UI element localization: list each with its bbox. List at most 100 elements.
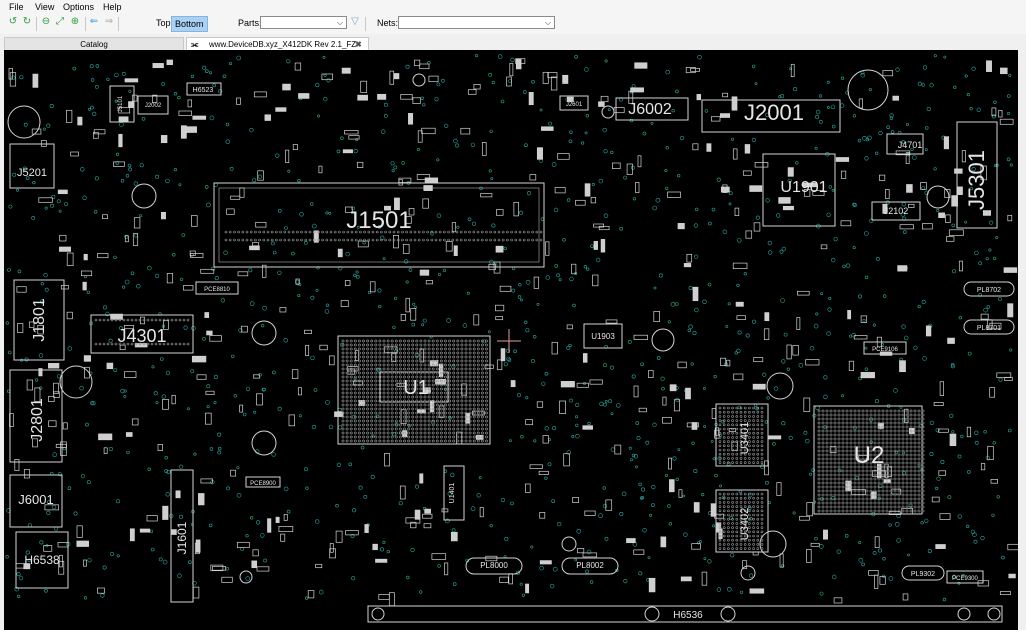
passive-component[interactable] [667,191,681,198]
component-label[interactable]: U2 [854,442,885,469]
component-label[interactable]: PL8002 [576,561,604,570]
passive-component[interactable] [160,135,168,144]
passive-component[interactable] [98,433,113,441]
component-label[interactable]: PL8000 [480,561,508,570]
passive-component[interactable] [592,274,599,287]
passive-component[interactable] [17,323,24,333]
passive-component[interactable] [528,92,534,106]
passive-component[interactable] [414,509,421,520]
passive-component[interactable] [393,235,399,249]
passive-component[interactable] [26,379,33,391]
passive-component[interactable] [529,174,537,181]
passive-component[interactable] [562,74,569,84]
menu-view[interactable]: View [35,2,54,12]
passive-component[interactable] [315,563,323,569]
passive-component[interactable] [882,70,894,77]
passive-component[interactable] [1008,573,1016,579]
tab-catalog[interactable]: Catalog [4,37,184,50]
passive-component[interactable] [685,387,691,400]
passive-component[interactable] [481,142,487,156]
passive-component[interactable] [83,355,91,362]
passive-component[interactable] [171,394,176,405]
component-label[interactable]: J4301 [117,326,166,346]
passive-component[interactable] [226,208,235,215]
passive-component[interactable] [805,359,820,366]
passive-component[interactable] [572,497,579,503]
passive-component[interactable] [945,214,951,223]
component-label[interactable]: U1901 [780,179,827,196]
passive-component[interactable] [648,577,656,593]
passive-component[interactable] [999,118,1014,125]
passive-component[interactable] [460,127,471,135]
passive-component[interactable] [499,285,512,292]
passive-component[interactable] [495,316,504,321]
passive-component[interactable] [280,533,286,542]
passive-component[interactable] [787,167,794,177]
passive-component[interactable] [187,99,192,108]
passive-component[interactable] [414,59,421,67]
passive-component[interactable] [230,195,241,200]
passive-component[interactable] [419,269,430,276]
passive-component[interactable] [83,559,87,567]
passive-component[interactable] [731,96,738,111]
passive-component[interactable] [431,553,447,560]
passive-component[interactable] [778,197,791,204]
component-label[interactable]: U3402 [739,508,751,540]
passive-component[interactable] [283,514,288,521]
passive-component[interactable] [536,401,544,408]
passive-component[interactable] [560,381,575,388]
passive-component[interactable] [638,407,647,413]
passive-component[interactable] [48,420,57,428]
passive-component[interactable] [82,281,87,291]
passive-component[interactable] [255,221,267,228]
passive-component[interactable] [686,253,693,263]
passive-component[interactable] [131,418,139,426]
passive-component[interactable] [600,239,606,253]
component-label[interactable]: PL9302 [911,571,935,578]
passive-component[interactable] [696,94,702,101]
passive-component[interactable] [139,528,151,533]
passive-component[interactable] [669,479,675,493]
passive-component[interactable] [860,372,875,379]
passive-component[interactable] [441,508,449,513]
passive-component[interactable] [957,186,963,195]
passive-component[interactable] [711,408,717,419]
passive-component[interactable] [133,217,141,229]
passive-component[interactable] [59,246,71,252]
passive-component[interactable] [986,60,992,72]
passive-component[interactable] [230,469,237,477]
passive-component[interactable] [557,153,570,160]
passive-component[interactable] [590,197,597,204]
passive-component[interactable] [536,147,543,160]
passive-component[interactable] [797,290,810,296]
passive-component[interactable] [931,496,940,503]
passive-component[interactable] [48,363,60,369]
passive-component[interactable] [198,493,205,506]
passive-component[interactable] [128,101,134,108]
passive-component[interactable] [40,140,47,147]
passive-component[interactable] [402,243,410,254]
passive-component[interactable] [70,151,79,157]
passive-component[interactable] [566,96,574,102]
passive-component[interactable] [118,133,123,148]
passive-component[interactable] [180,125,187,139]
passive-component[interactable] [539,512,546,519]
passive-component[interactable] [479,507,484,518]
passive-component[interactable] [125,432,133,437]
passive-component[interactable] [178,110,192,116]
passive-component[interactable] [577,548,585,554]
passive-component[interactable] [736,315,746,320]
passive-component[interactable] [776,482,782,496]
component-label[interactable]: J1601 [175,521,189,554]
passive-component[interactable] [282,83,291,91]
component-label[interactable]: J2002 [145,103,162,109]
passive-component[interactable] [998,110,1003,118]
component-label[interactable]: H6536 [673,610,703,621]
passive-component[interactable] [823,529,828,540]
passive-component[interactable] [525,583,530,594]
passive-component[interactable] [538,470,549,475]
passive-component[interactable] [146,515,158,522]
passive-component[interactable] [59,234,67,242]
passive-component[interactable] [584,183,591,197]
passive-component[interactable] [633,549,645,555]
